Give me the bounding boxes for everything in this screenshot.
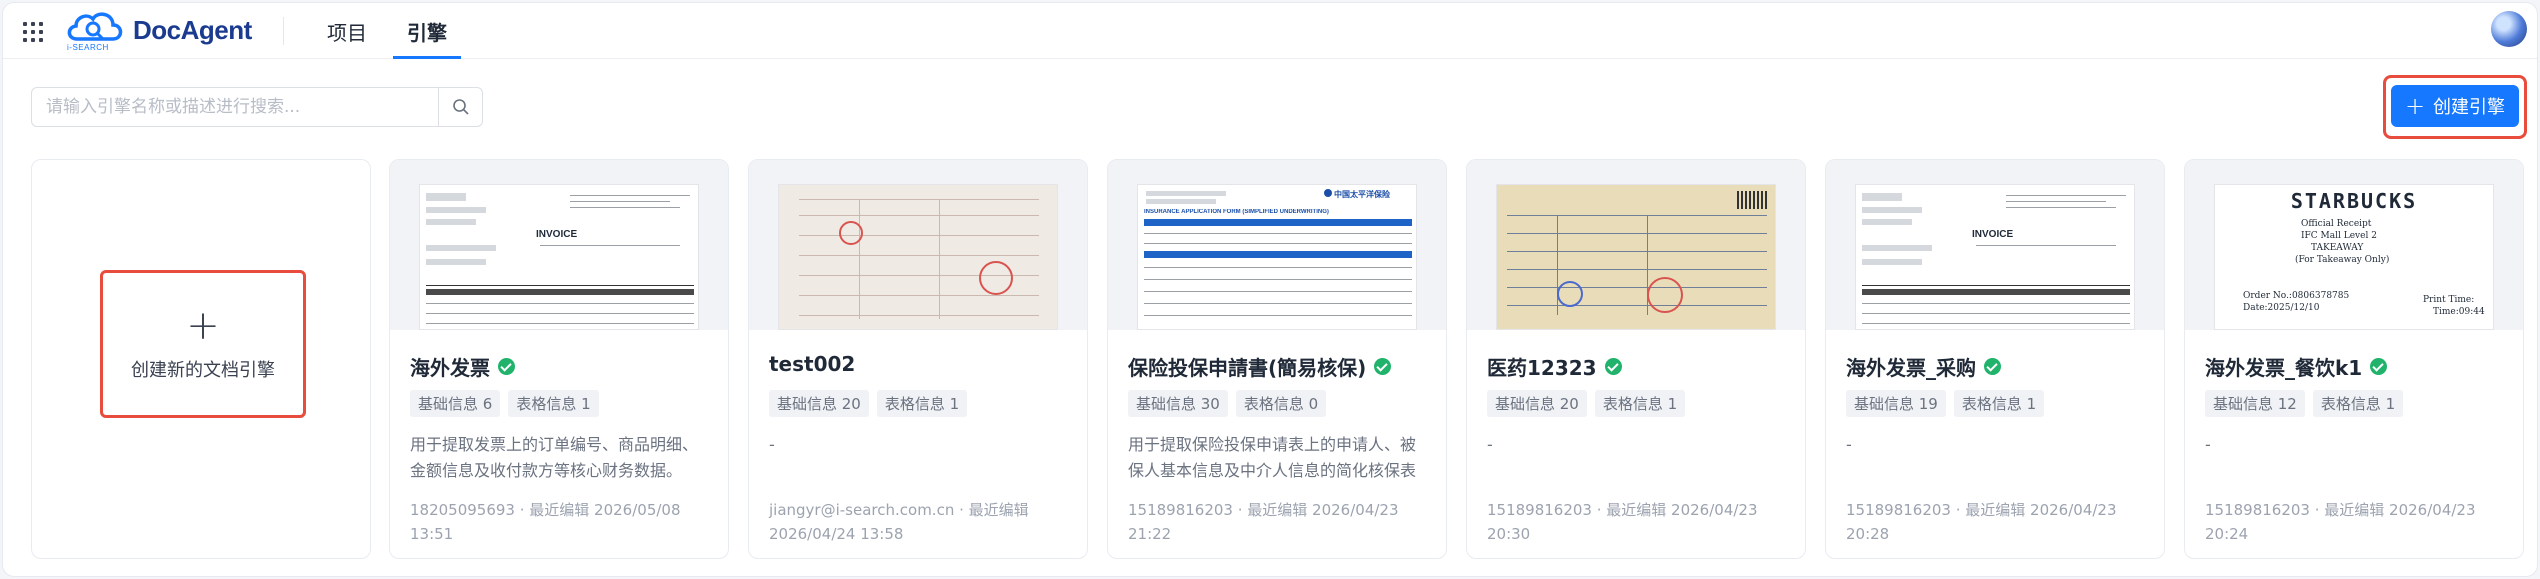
basic-info-tag: 基础信息 12 xyxy=(2205,390,2305,417)
engine-title: 海外发票_采购 xyxy=(1846,352,2001,381)
search-icon xyxy=(452,99,469,115)
document-thumbnail: INVOICE xyxy=(390,160,728,330)
engine-search-input[interactable] xyxy=(32,88,438,126)
docagent-logo[interactable]: DocAgent i-SEARCH xyxy=(63,9,263,53)
brand-logo-icon xyxy=(1324,189,1332,197)
engine-meta: 18205095693 · 最近编辑 2026/05/08 13:51 xyxy=(410,501,681,543)
table-info-tag: 表格信息 0 xyxy=(1235,390,1327,417)
tab-engines[interactable]: 引擎 xyxy=(393,3,461,59)
basic-info-tag: 基础信息 20 xyxy=(1487,390,1587,417)
tab-projects[interactable]: 项目 xyxy=(313,3,381,59)
create-engine-button[interactable]: + 创建引擎 xyxy=(2391,85,2519,127)
engine-description: - xyxy=(2205,435,2211,454)
engine-meta: 15189816203 · 最近编辑 2026/04/23 21:22 xyxy=(1128,501,1399,543)
engine-title: 保险投保申請書(簡易核保) xyxy=(1128,352,1392,381)
receipt-line: Official Receipt xyxy=(2301,219,2372,229)
thumb-word: INVOICE xyxy=(536,229,578,240)
engine-card[interactable]: STARBUCKS Official Receipt IFC Mall Leve… xyxy=(2184,159,2524,559)
table-info-tag: 表格信息 1 xyxy=(1594,390,1686,417)
plus-icon: + xyxy=(2404,92,2426,120)
engine-card[interactable]: INVOICE 海外发票_采购 基础信息 19 表格信息 1 - 1518981… xyxy=(1825,159,2165,559)
engine-description: 用于提取发票上的订单编号、商品明细、金额信息及收付款方等核心财务数据。 xyxy=(410,435,699,480)
document-thumbnail: 中国太平洋保险 INSURANCE APPLICATION FORM (SIMP… xyxy=(1108,160,1446,330)
search-button[interactable] xyxy=(438,88,482,126)
thumb-word: INVOICE xyxy=(1972,229,2014,240)
engine-meta: 15189816203 · 最近编辑 2026/04/23 20:28 xyxy=(1846,501,2117,543)
create-engine-label: 创建引擎 xyxy=(2433,97,2506,118)
table-info-tag: 表格信息 1 xyxy=(508,390,599,417)
receipt-line: IFC Mall Level 2 xyxy=(2301,231,2377,241)
engine-title-text: 海外发票 xyxy=(410,356,490,380)
app-grid-icon[interactable] xyxy=(21,20,43,42)
engine-title: 海外发票 xyxy=(410,352,515,381)
basic-info-tag: 基础信息 19 xyxy=(1846,390,1946,417)
document-thumbnail xyxy=(749,160,1087,330)
basic-info-tag: 基础信息 30 xyxy=(1128,390,1228,417)
receipt-line: Print Time: xyxy=(2423,295,2475,305)
engine-description: - xyxy=(769,435,775,454)
check-circle-icon xyxy=(498,358,515,375)
receipt-line: Time:09:44 xyxy=(2433,307,2485,317)
engine-title: 海外发票_餐饮k1 xyxy=(2205,352,2388,381)
engine-card[interactable]: 医药12323 基础信息 20 表格信息 1 - 15189816203 · 最… xyxy=(1466,159,1806,559)
check-circle-icon xyxy=(2370,358,2388,375)
engine-meta: 15189816203 · 最近编辑 2026/04/23 20:24 xyxy=(2205,501,2476,543)
create-new-doc-engine-label: 创建新的文档引擎 xyxy=(131,360,275,381)
plus-icon: + xyxy=(186,303,220,349)
basic-info-tag: 基础信息 6 xyxy=(410,390,501,417)
engine-description: - xyxy=(1846,435,1852,454)
create-engine-highlight: + 创建引擎 xyxy=(2383,75,2527,139)
receipt-line: Order No.:0806378785 xyxy=(2243,291,2350,301)
table-info-tag: 表格信息 1 xyxy=(2312,390,2404,417)
engine-meta: 15189816203 · 最近编辑 2026/04/23 20:30 xyxy=(1487,501,1758,543)
engine-title-text: 海外发票_餐饮k1 xyxy=(2205,356,2363,380)
engine-title: test002 xyxy=(769,352,855,376)
document-thumbnail xyxy=(1467,160,1805,330)
basic-info-tag: 基础信息 20 xyxy=(769,390,869,417)
document-thumbnail: STARBUCKS Official Receipt IFC Mall Leve… xyxy=(2185,160,2523,330)
engine-description: 用于提取保险投保申请表上的申请人、被保人基本信息及中介人信息的简化核保表单数据。 xyxy=(1128,435,1417,480)
app-window: DocAgent i-SEARCH 项目 引擎 + 创建引擎 + 创建新的文档引… xyxy=(2,2,2538,577)
table-info-tag: 表格信息 1 xyxy=(1953,390,2045,417)
engine-title: 医药12323 xyxy=(1487,352,1622,381)
top-header: DocAgent i-SEARCH 项目 引擎 xyxy=(3,3,2537,59)
engine-title-text: 海外发票_采购 xyxy=(1846,356,1976,380)
engine-card[interactable]: INVOICE 海外发票 基础信息 6 表格信息 1 用于提取发票上的订单编号、… xyxy=(389,159,729,559)
check-circle-icon xyxy=(1374,358,1392,375)
new-engine-card: + 创建新的文档引擎 xyxy=(31,159,371,559)
nav-divider xyxy=(283,17,284,45)
engine-card[interactable]: test002 基础信息 20 表格信息 1 - jiangyr@i-searc… xyxy=(748,159,1088,559)
receipt-line: (For Takeaway Only) xyxy=(2295,255,2390,265)
receipt-line: Date:2025/12/10 xyxy=(2243,303,2320,313)
engine-description: - xyxy=(1487,435,1493,454)
engine-search-box xyxy=(31,87,483,127)
engine-title-text: test002 xyxy=(769,352,856,376)
receipt-line: TAKEAWAY xyxy=(2311,243,2364,253)
thumb-word: STARBUCKS xyxy=(2290,189,2418,213)
check-circle-icon xyxy=(1984,358,2001,375)
thumb-word: INSURANCE APPLICATION FORM (SIMPLIFIED U… xyxy=(1144,209,1329,215)
table-info-tag: 表格信息 1 xyxy=(876,390,968,417)
check-circle-icon xyxy=(1604,358,1622,375)
engine-meta: jiangyr@i-search.com.cn · 最近编辑 2026/04/2… xyxy=(769,501,1029,543)
logo-text: DocAgent xyxy=(133,15,252,45)
logo-subtext: i-SEARCH xyxy=(67,43,109,52)
document-thumbnail: INVOICE xyxy=(1826,160,2164,330)
user-avatar[interactable] xyxy=(2491,11,2527,47)
create-new-doc-engine-button[interactable]: + 创建新的文档引擎 xyxy=(100,270,306,418)
engine-title-text: 医药12323 xyxy=(1487,356,1597,380)
engine-title-text: 保险投保申請書(簡易核保) xyxy=(1128,356,1367,380)
thumb-brand: 中国太平洋保险 xyxy=(1334,190,1390,199)
engine-card[interactable]: 中国太平洋保险 INSURANCE APPLICATION FORM (SIMP… xyxy=(1107,159,1447,559)
